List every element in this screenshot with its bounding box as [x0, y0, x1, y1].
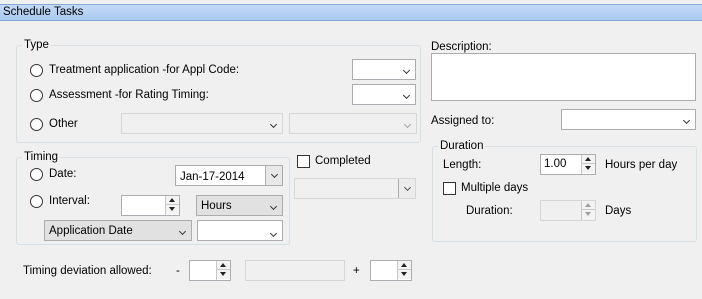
chevron-down-icon	[403, 120, 412, 129]
other-combo[interactable]	[121, 113, 283, 134]
description-field[interactable]	[431, 53, 696, 101]
multiple-days-checkbox[interactable]	[443, 182, 456, 195]
interval-spinner[interactable]	[165, 196, 179, 215]
spin-up-icon[interactable]	[582, 155, 595, 164]
chevron-down-icon	[269, 229, 278, 238]
duration-legend: Duration	[438, 139, 486, 153]
appl-code-combo[interactable]	[352, 59, 416, 80]
spin-up-icon	[582, 201, 595, 210]
deviation-plus-spinner[interactable]	[397, 261, 411, 280]
deviation-unit-field	[245, 260, 345, 281]
spin-up-icon[interactable]	[217, 261, 230, 270]
length-input[interactable]: 1.00	[540, 154, 596, 175]
window-title: Schedule Tasks	[3, 6, 84, 18]
deviation-minus-sign: -	[176, 265, 180, 277]
chevron-down-icon	[269, 202, 278, 211]
rating-timing-combo[interactable]	[352, 84, 416, 105]
multiple-days-label[interactable]: Multiple days	[461, 181, 528, 195]
treatment-radio[interactable]	[30, 64, 43, 77]
completed-dropdown-button	[398, 179, 415, 198]
timing-deviation-label: Timing deviation allowed:	[23, 265, 152, 277]
chevron-down-icon	[178, 227, 187, 236]
chevron-down-icon	[682, 116, 691, 125]
reference-extra-combo[interactable]	[197, 220, 283, 241]
spin-down-icon	[582, 210, 595, 219]
treatment-label[interactable]: Treatment application -for Appl Code:	[49, 63, 239, 77]
length-label: Length:	[443, 159, 482, 171]
date-value: Jan-17-2014	[180, 171, 245, 183]
reference-combo[interactable]: Application Date	[44, 220, 192, 241]
other-sub-combo	[289, 113, 417, 134]
spin-up-icon[interactable]	[398, 261, 411, 270]
interval-label[interactable]: Interval:	[49, 194, 90, 208]
other-label[interactable]: Other	[49, 117, 78, 131]
completed-checkbox[interactable]	[297, 155, 310, 168]
length-value: 1.00	[544, 158, 567, 170]
description-label: Description:	[431, 41, 492, 53]
date-label[interactable]: Date:	[49, 167, 77, 181]
chevron-down-icon	[402, 91, 411, 100]
duration-days-input	[540, 200, 596, 221]
deviation-minus-spinner[interactable]	[216, 261, 230, 280]
type-legend: Type	[22, 38, 51, 52]
deviation-plus-input[interactable]	[370, 260, 412, 281]
assessment-radio[interactable]	[30, 89, 43, 102]
spin-down-icon[interactable]	[217, 270, 230, 279]
chevron-down-icon	[270, 170, 279, 179]
timing-legend: Timing	[22, 150, 61, 164]
assigned-to-label: Assigned to:	[431, 115, 495, 127]
completed-combo	[294, 178, 416, 199]
length-spinner[interactable]	[581, 155, 595, 174]
assessment-label[interactable]: Assessment -for Rating Timing:	[49, 88, 209, 102]
duration-label: Duration:	[466, 205, 513, 217]
chevron-down-icon	[403, 183, 412, 192]
chevron-down-icon	[402, 66, 411, 75]
completed-label[interactable]: Completed	[315, 154, 371, 168]
date-radio[interactable]	[30, 168, 43, 181]
other-radio[interactable]	[30, 118, 43, 131]
interval-radio[interactable]	[30, 195, 43, 208]
spin-down-icon[interactable]	[166, 205, 179, 214]
spin-up-icon[interactable]	[166, 196, 179, 205]
reference-value: Application Date	[49, 225, 133, 237]
interval-unit-combo[interactable]: Hours	[196, 195, 283, 216]
spin-down-icon[interactable]	[398, 270, 411, 279]
interval-unit-value: Hours	[201, 200, 232, 212]
days-label: Days	[605, 205, 632, 217]
deviation-minus-input[interactable]	[189, 260, 231, 281]
date-picker[interactable]: Jan-17-2014	[175, 165, 283, 186]
duration-spinner	[581, 201, 595, 220]
calendar-dropdown-button[interactable]	[265, 166, 282, 185]
deviation-plus-sign: +	[353, 265, 360, 277]
spin-down-icon[interactable]	[582, 164, 595, 173]
assigned-to-combo[interactable]	[561, 109, 696, 130]
interval-input[interactable]	[121, 195, 180, 216]
window-title-bar: Schedule Tasks	[0, 4, 702, 21]
hours-per-day-label: Hours per day	[605, 159, 678, 171]
chevron-down-icon	[269, 120, 278, 129]
